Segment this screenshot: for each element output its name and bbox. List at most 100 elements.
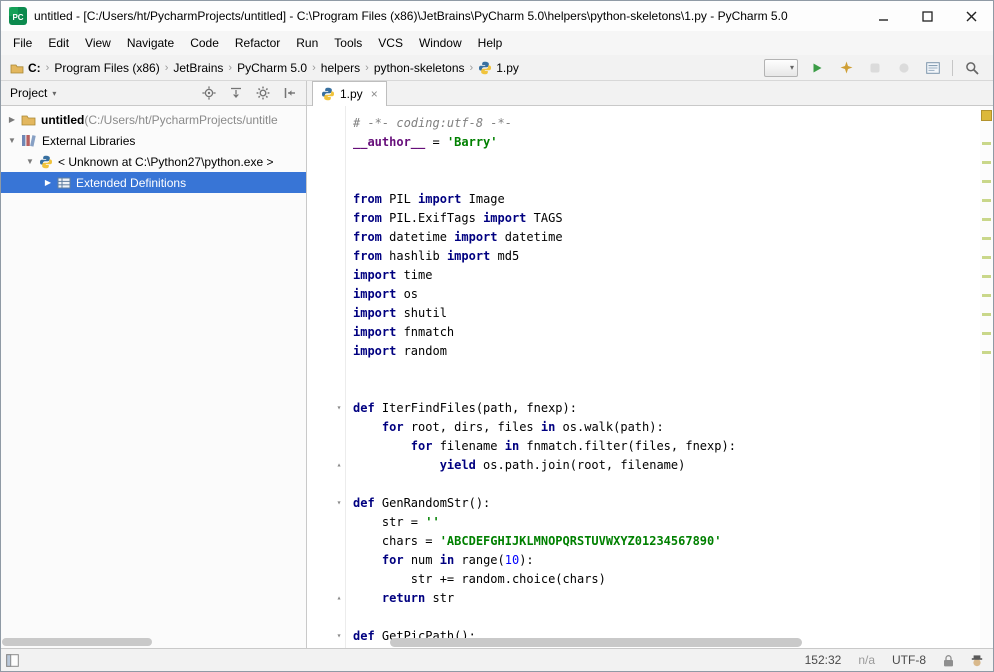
fold-end-icon[interactable]: ▴ [333,460,345,470]
run-config-dropdown[interactable]: ▾ [764,59,798,77]
main-content: ▶untitled (C:/Users/ht/PycharmProjects/u… [1,106,993,648]
console-button[interactable] [923,58,943,78]
menu-code[interactable]: Code [182,33,227,53]
settings-button[interactable] [253,83,273,103]
hide-button[interactable] [280,83,300,103]
coverage-icon [840,61,853,74]
search-everywhere-button[interactable] [962,58,982,78]
stripe-marker[interactable] [982,256,991,259]
navigation-bar: C:›Program Files (x86)›JetBrains›PyCharm… [1,55,993,81]
stripe-marker[interactable] [982,218,991,221]
menu-edit[interactable]: Edit [40,33,77,53]
breadcrumb-item[interactable]: PyCharm 5.0 [235,60,309,76]
stripe-marker[interactable] [982,142,991,145]
caret-position[interactable]: 152:32 [805,653,842,667]
menu-view[interactable]: View [77,33,119,53]
menu-vcs[interactable]: VCS [370,33,411,53]
scrollbar-thumb[interactable] [2,638,152,646]
breadcrumb-label: helpers [321,61,360,75]
chevron-down-icon: ▾ [52,89,56,98]
stripe-marker[interactable] [982,313,991,316]
fold-end-icon[interactable]: ▴ [333,593,345,603]
fold-expanded-icon[interactable]: ▾ [333,631,345,641]
breadcrumb-item[interactable]: Program Files (x86) [52,60,161,76]
tree-expanded-icon[interactable]: ▼ [23,157,37,166]
stripe-marker[interactable] [982,294,991,297]
breadcrumb-item[interactable]: C: [8,60,43,76]
stripe-marker[interactable] [982,275,991,278]
hector-icon[interactable] [971,654,983,667]
profiler-button[interactable] [865,58,885,78]
stripe-marker[interactable] [982,180,991,183]
lock-icon[interactable] [943,654,954,667]
code-line: from datetime import datetime [353,228,979,247]
toolwindows-toggle-icon[interactable] [6,654,19,667]
fold-expanded-icon[interactable]: ▾ [333,498,345,508]
scrollbar-thumb[interactable] [390,638,802,647]
breadcrumb-separator-icon: › [362,62,372,74]
code-line: for root, dirs, files in os.walk(path): [353,418,979,437]
breadcrumb-item[interactable]: 1.py [476,60,521,76]
code-line: import random [353,342,979,361]
line-separator[interactable]: n/a [858,653,875,667]
menu-navigate[interactable]: Navigate [119,33,182,53]
code-line: return str [353,589,979,608]
menu-file[interactable]: File [5,33,40,53]
maximize-button[interactable] [905,1,949,31]
menu-window[interactable]: Window [411,33,470,53]
python-icon [37,155,53,169]
attach-button[interactable] [894,58,914,78]
editor-horizontal-scrollbar[interactable] [353,638,977,647]
libraries-icon [19,134,37,147]
tree-expanded-icon[interactable]: ▼ [5,136,19,145]
tree-item[interactable]: ▶untitled (C:/Users/ht/PycharmProjects/u… [1,109,306,130]
menu-refactor[interactable]: Refactor [227,33,288,53]
breadcrumb-separator-icon: › [467,62,477,74]
collapse-all-button[interactable] [226,83,246,103]
breadcrumb-item[interactable]: helpers [319,60,362,76]
tree-item-label: < Unknown at C:\Python27\python.exe > [53,155,273,169]
fold-expanded-icon[interactable]: ▾ [333,403,345,413]
stripe-marker[interactable] [982,199,991,202]
tree-collapsed-icon[interactable]: ▶ [41,178,55,187]
editor-tab-bar: 1.py × [307,81,993,105]
breadcrumb-item[interactable]: JetBrains [171,60,225,76]
status-bar-widgets: 152:32 n/a UTF-8 [805,653,983,667]
run-icon [811,62,823,74]
tab-close-icon[interactable]: × [368,87,378,101]
run-button[interactable] [807,58,827,78]
breadcrumb-label: PyCharm 5.0 [237,61,307,75]
menu-bar: FileEditViewNavigateCodeRefactorRunTools… [1,31,993,55]
title-bar: PC untitled - [C:/Users/ht/PycharmProjec… [1,1,993,31]
project-panel-actions [199,83,300,103]
project-panel-title[interactable]: Project [10,86,47,100]
profiler-icon [869,62,881,74]
tree-item[interactable]: ▼External Libraries [1,130,306,151]
menu-help[interactable]: Help [470,33,511,53]
coverage-button[interactable] [836,58,856,78]
code-line: from PIL import Image [353,190,979,209]
inspection-indicator[interactable] [981,110,992,121]
tree-collapsed-icon[interactable]: ▶ [5,115,19,124]
minimize-button[interactable] [861,1,905,31]
tree-item-path: (C:/Users/ht/PycharmProjects/untitle [84,113,277,127]
encoding[interactable]: UTF-8 [892,653,926,667]
code-line: # -*- coding:utf-8 -*- [353,114,979,133]
stripe-marker[interactable] [982,237,991,240]
locate-button[interactable] [199,83,219,103]
stripe-marker[interactable] [982,161,991,164]
close-button[interactable] [949,1,993,31]
breadcrumb-item[interactable]: python-skeletons [372,60,467,76]
code-area[interactable]: # -*- coding:utf-8 -*-__author__ = 'Barr… [353,114,979,648]
stripe-marker[interactable] [982,332,991,335]
stripe-marker[interactable] [982,351,991,354]
tree-item-label: Extended Definitions [71,176,186,190]
status-bar: 152:32 n/a UTF-8 [1,648,993,671]
tree-item[interactable]: ▼ < Unknown at C:\Python27\python.exe > [1,151,306,172]
menu-tools[interactable]: Tools [326,33,370,53]
tab-1py[interactable]: 1.py × [312,81,387,106]
project-horizontal-scrollbar[interactable] [2,637,305,647]
tree-item[interactable]: ▶ Extended Definitions [1,172,306,193]
menu-run[interactable]: Run [288,33,326,53]
editor[interactable]: ▾ ▾ ▾ ▴ ▴ # -*- coding:utf-8 -*-__author__ =… [307,106,993,648]
